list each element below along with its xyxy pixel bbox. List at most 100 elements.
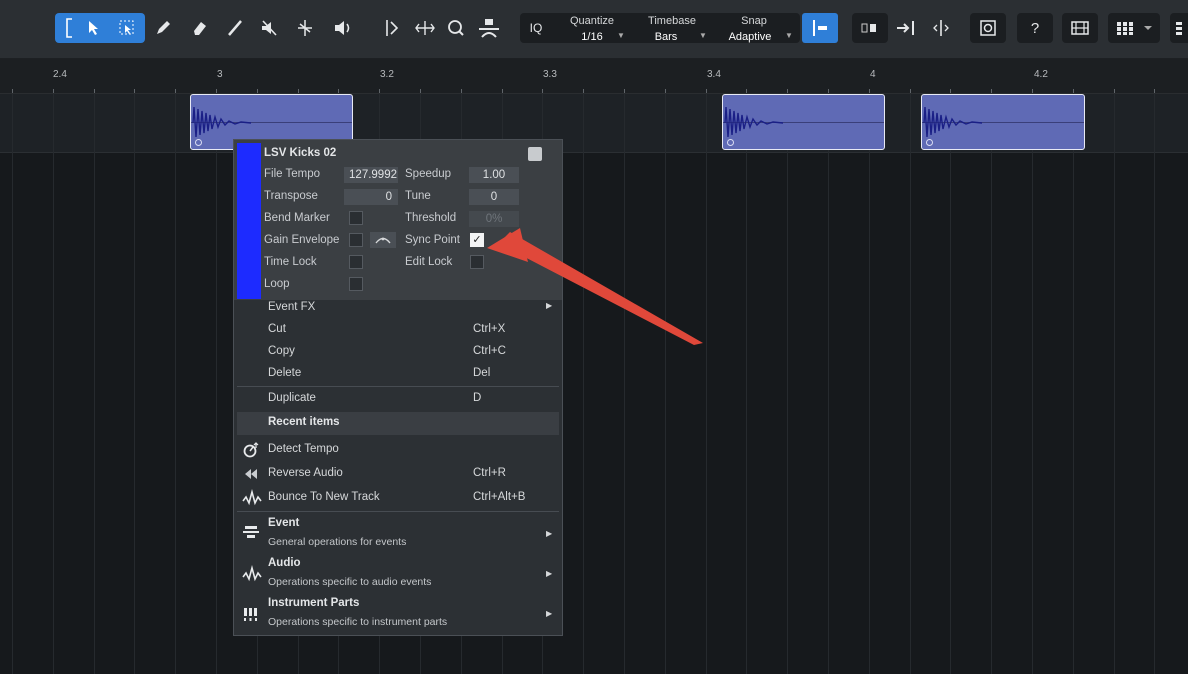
auto-scroll-icon[interactable] [475,13,503,43]
grid-view-icon[interactable] [1108,13,1160,43]
snap-value[interactable]: Adaptive [722,31,778,43]
ruler-tick [542,89,543,93]
submenu-arrow-icon: ▶ [546,569,553,578]
bend-tool-icon[interactable] [378,13,408,43]
eraser-tool-icon[interactable] [186,13,212,43]
grid-line [950,94,951,674]
grid-line [1032,94,1033,674]
ruler-tick [94,89,95,93]
menu-item-instrument-submenu[interactable]: Instrument Parts Operations specific to … [234,595,562,633]
follow-icon[interactable] [970,13,1006,43]
ruler-tick [624,89,625,93]
shortcut-label: Ctrl+R [473,467,506,479]
snap-to-grid-button[interactable] [802,13,838,43]
event-icon [242,523,260,541]
grid-line [94,94,95,674]
more-icon[interactable] [1170,13,1188,43]
menu-item-delete[interactable]: Delete Del [234,363,562,385]
audio-event[interactable] [921,94,1085,150]
split-at-cursor-icon[interactable] [928,13,954,43]
sync-point-marker[interactable] [195,139,202,146]
pencil-tool-icon[interactable] [150,13,176,43]
event-name[interactable]: LSV Kicks 02 [264,147,336,159]
loop-checkbox[interactable] [349,277,363,291]
zoom-tool-icon[interactable] [443,13,469,43]
arrow-tool-icon[interactable] [82,13,106,43]
gain-envelope-checkbox[interactable] [349,233,363,247]
ruler-tick [1154,89,1155,93]
waveform [724,106,784,138]
split-tool-icon[interactable] [292,13,318,43]
move-to-cursor-icon[interactable] [893,13,919,43]
grid-line [134,94,135,674]
mute-tool-icon[interactable] [256,13,282,43]
file-tempo-field[interactable]: 127.9992 [344,167,398,183]
help-button[interactable]: ? [1017,13,1053,43]
bend-marker-checkbox[interactable] [349,211,363,225]
sync-point-checkbox[interactable]: ✓ [470,233,484,247]
menu-item-bounce[interactable]: Bounce To New Track Ctrl+Alt+B [234,487,562,509]
event-snap-icon[interactable] [852,13,888,43]
ruler-tick [12,89,13,93]
quantize-value[interactable]: 1/16 [568,31,616,43]
menu-item-label: Reverse Audio [268,467,343,479]
tune-label: Tune [405,190,431,202]
range-bracket-icon[interactable] [57,13,81,43]
piano-icon [242,605,260,623]
ruler-tick [1114,89,1115,93]
menu-item-copy[interactable]: Copy Ctrl+C [234,341,562,363]
ruler-label: 3.2 [380,69,394,80]
menu-item-label: Copy [268,345,295,357]
shortcut-label: Del [473,367,491,379]
event-color-swatch[interactable] [237,143,261,299]
waveform [192,106,252,138]
arrange-area[interactable] [0,94,1188,674]
reverse-icon [242,465,260,483]
menu-item-cut[interactable]: Cut Ctrl+X [234,319,562,341]
waveform-icon [242,564,262,583]
menu-item-event-submenu[interactable]: Event General operations for events ▶ [234,515,562,553]
submenu-description: Operations specific to instrument parts [268,616,448,628]
submenu-description: Operations specific to audio events [268,576,432,588]
menu-item-audio-submenu[interactable]: Audio Operations specific to audio event… [234,555,562,593]
ruler-tick [298,89,299,93]
menu-item-reverse-audio[interactable]: Reverse Audio Ctrl+R [234,463,562,485]
tune-field[interactable]: 0 [469,189,519,205]
menu-item-event-fx[interactable]: Event FX ▶ [234,297,562,319]
envelope-shape-icon[interactable] [370,232,396,248]
sync-point-marker[interactable] [727,139,734,146]
range-tool-icon[interactable] [114,13,140,43]
audio-event[interactable] [722,94,885,150]
grid-line [910,94,911,674]
time-lock-checkbox[interactable] [349,255,363,269]
transpose-field[interactable]: 0 [344,189,398,205]
menu-item-detect-tempo[interactable]: Detect Tempo [234,439,562,461]
ruler-tick [787,89,788,93]
timebase-value[interactable]: Bars [646,31,686,43]
recent-items-header: Recent items [237,412,559,435]
speedup-field[interactable]: 1.00 [469,167,519,183]
threshold-label: Threshold [405,212,457,224]
color-picker-button[interactable] [528,147,542,161]
iq-button[interactable]: IQ [522,13,550,43]
threshold-field[interactable]: 0% [469,211,519,227]
timeline-ruler[interactable]: 2.4 3 3.2 3.3 3.4 4 4.2 [0,59,1188,94]
paint-tool-icon[interactable] [222,13,248,43]
video-icon[interactable] [1062,13,1098,43]
snap-chevron-icon[interactable]: ▼ [784,31,794,40]
edit-lock-checkbox[interactable] [470,255,484,269]
menu-divider [237,386,559,387]
sync-point-marker[interactable] [926,139,933,146]
ruler-tick [338,89,339,93]
ruler-tick [216,89,217,93]
transform-tool-icon[interactable] [410,13,440,43]
ruler-tick [53,89,54,93]
quantize-chevron-icon[interactable]: ▼ [616,31,626,40]
listen-tool-icon[interactable] [330,13,356,43]
ruler-tick [502,89,503,93]
shortcut-label: Ctrl+Alt+B [473,491,526,503]
shortcut-label: Ctrl+C [473,345,506,357]
timebase-chevron-icon[interactable]: ▼ [698,31,708,40]
edit-lock-label: Edit Lock [405,256,453,268]
menu-item-duplicate[interactable]: Duplicate D [234,388,562,410]
